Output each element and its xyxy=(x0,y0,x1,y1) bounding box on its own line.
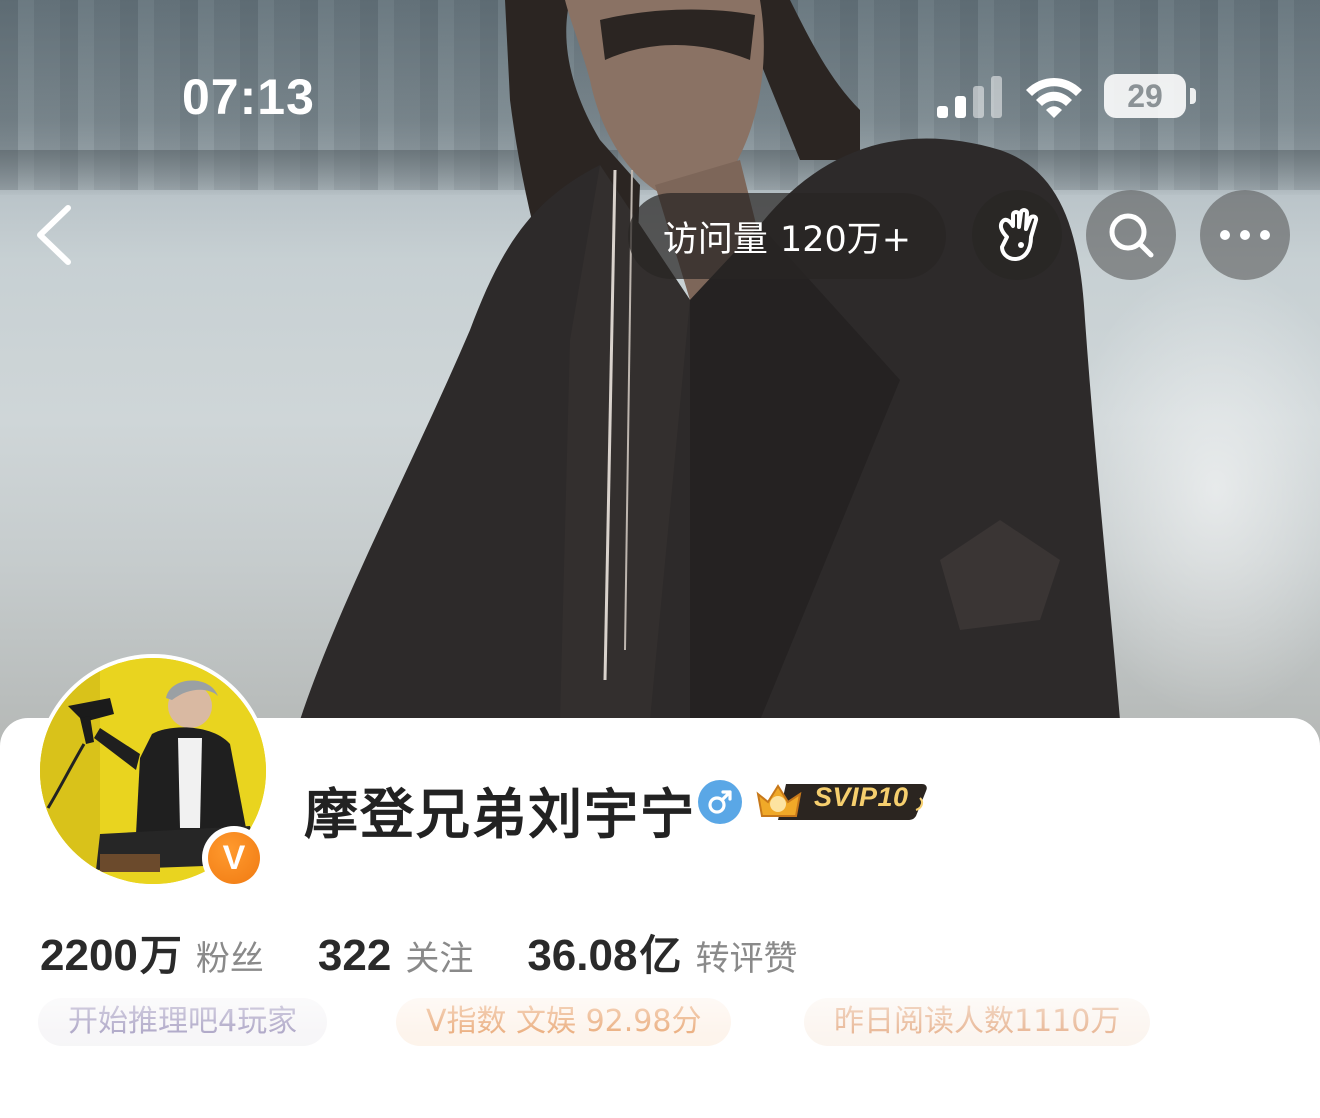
tag-readers[interactable]: 昨日阅读人数1110万 xyxy=(804,998,1151,1046)
battery-level: 29 xyxy=(1127,77,1163,114)
profile-stats: 2200 万 粉丝 322 关注 36.08 亿 转评赞 xyxy=(40,922,851,983)
user-name: 摩登兄弟刘宇宁 xyxy=(304,783,696,846)
tag-game[interactable]: 开始推理吧4玩家 xyxy=(38,998,328,1046)
back-icon[interactable] xyxy=(28,200,84,270)
following-count: 322 xyxy=(317,931,392,980)
visits-count: 120万+ xyxy=(779,219,912,260)
search-button[interactable] xyxy=(1086,190,1176,280)
wifi-icon xyxy=(1026,78,1082,118)
more-button[interactable] xyxy=(1200,190,1290,280)
hand-wave-icon xyxy=(998,208,1039,261)
status-time: 07:13 xyxy=(182,69,315,125)
interactions-count: 36.08 xyxy=(527,931,638,980)
battery-nub xyxy=(1190,88,1196,104)
visits-label: 访问量 xyxy=(662,219,768,260)
following-label: 关注 xyxy=(405,939,474,979)
tag-v-index[interactable]: V指数 文娱 92.98分 xyxy=(396,998,732,1046)
greet-button[interactable] xyxy=(972,190,1062,280)
signal-icon xyxy=(937,76,1002,118)
interactions-unit: 亿 xyxy=(639,931,682,980)
more-icon xyxy=(1220,230,1270,240)
verified-v-icon: V xyxy=(202,826,266,890)
interactions-label: 转评赞 xyxy=(695,939,798,979)
visits-counter[interactable]: 访问量 120万+ xyxy=(628,193,946,279)
search-icon xyxy=(1109,213,1154,258)
battery-icon: 29 xyxy=(1104,74,1186,118)
followers-count: 2200 xyxy=(40,931,138,980)
followers-stat[interactable]: 2200 万 粉丝 xyxy=(40,922,264,983)
profile-tags: 开始推理吧4玩家 V指数 文娱 92.98分 昨日阅读人数1110万 xyxy=(38,998,1320,1058)
interactions-stat[interactable]: 36.08 亿 转评赞 xyxy=(527,922,797,983)
male-icon xyxy=(698,780,742,824)
followers-unit: 万 xyxy=(139,931,182,980)
followers-label: 粉丝 xyxy=(195,939,264,979)
svip-level-label: SVIP10 xyxy=(814,782,909,812)
following-stat[interactable]: 322 关注 xyxy=(318,931,473,981)
